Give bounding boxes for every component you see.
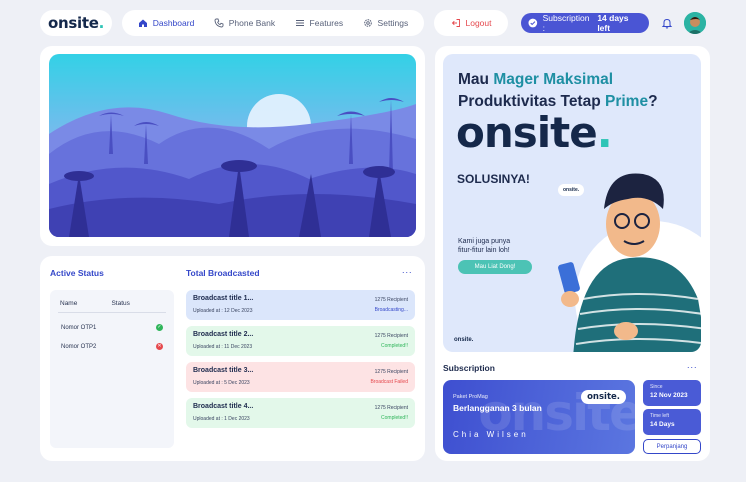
brand-dot: . xyxy=(98,14,105,32)
broadcast-item[interactable]: Broadcast title 3... Uploaded at : 5 Dec… xyxy=(186,362,415,392)
list-icon xyxy=(295,20,304,26)
broadcast-item-recipient: 1275 Recipient xyxy=(374,333,408,339)
promo-brand-name: onsite xyxy=(456,108,598,157)
subscription-badge-label: Subscription : xyxy=(542,13,590,33)
promo-headline: Mau Mager Maksimal Produktivitas Tetap P… xyxy=(458,69,658,113)
subscription-title: Subscription xyxy=(443,363,495,373)
table-row[interactable]: Nomor OTP2 ✕ xyxy=(50,337,174,356)
promo-small-2: fitur-fitur lain loh! xyxy=(458,247,510,254)
promo-speech-bubble: onsite. xyxy=(558,184,585,196)
timeleft-label: Time left xyxy=(650,413,669,419)
subscription-plan: Berlangganan 3 bulan xyxy=(453,403,542,413)
main-nav: Dashboard Phone Bank Features Settings xyxy=(122,10,424,36)
promo-small-text: Kami juga punya fitur-fitur lain loh! xyxy=(458,237,510,255)
promo-small-1: Kami juga punya xyxy=(458,238,511,245)
col-status: Status xyxy=(111,300,130,307)
broadcast-item-recipient: 1275 Recipient xyxy=(374,405,408,411)
promo-brand: onsite. xyxy=(456,108,613,157)
extend-button[interactable]: Perpanjang xyxy=(643,439,701,454)
timeleft-value: 14 Days xyxy=(650,421,675,428)
row-name: Nomor OTP2 xyxy=(61,343,97,350)
logout-label: Logout xyxy=(465,18,492,28)
nav-features-label: Features xyxy=(309,18,344,28)
broadcast-item-status: Broadcast Failed xyxy=(370,379,408,385)
broadcast-item-date: Uploaded at : 1 Dec 2023 xyxy=(193,416,250,422)
col-name: Name xyxy=(60,300,78,307)
broadcast-item[interactable]: Broadcast title 2... Uploaded at : 11 De… xyxy=(186,326,415,356)
avatar[interactable] xyxy=(684,12,706,34)
home-icon xyxy=(138,19,147,27)
bell-icon[interactable] xyxy=(660,16,674,30)
promo-banner: Mau Mager Maksimal Produktivitas Tetap P… xyxy=(443,54,701,352)
subscription-badge[interactable]: Subscription : 14 days left xyxy=(521,13,649,33)
nav-phone-bank[interactable]: Phone Bank xyxy=(214,18,275,28)
broadcast-item-date: Uploaded at : 11 Dec 2023 xyxy=(193,344,253,350)
nav-settings-label: Settings xyxy=(377,18,409,28)
broadcast-item-status: Broadcasting... xyxy=(374,307,408,313)
promo-solusi: SOLUSINYA! xyxy=(457,172,530,186)
promo-line1-b: Mager Maksimal xyxy=(493,71,614,88)
hero-illustration xyxy=(49,54,416,237)
brand-logo[interactable]: onsite. xyxy=(40,10,112,36)
phone-icon xyxy=(214,18,224,28)
promo-line1-a: Mau xyxy=(458,71,494,88)
subscription-badge-value: 14 days left xyxy=(597,13,629,33)
stats-card: Active Status Name Status Nomor OTP1 ✓ N… xyxy=(40,256,425,461)
gear-icon xyxy=(363,19,372,27)
broadcast-item[interactable]: Broadcast title 4... Uploaded at : 1 Dec… xyxy=(186,398,415,428)
subscription-holder: Chia Wilsen xyxy=(453,430,529,439)
broadcast-item-recipient: 1275 Recipient xyxy=(374,369,408,375)
nav-phone-bank-label: Phone Bank xyxy=(228,18,276,28)
nav-dashboard-label: Dashboard xyxy=(152,18,195,28)
check-icon: ✓ xyxy=(156,324,163,331)
promo-illustration xyxy=(558,173,701,352)
table-row[interactable]: Nomor OTP1 ✓ xyxy=(50,318,174,337)
close-icon: ✕ xyxy=(156,343,163,350)
since-box: Since 12 Nov 2023 xyxy=(643,380,701,406)
active-status-header: Name Status xyxy=(50,290,174,307)
active-status-title: Active Status xyxy=(50,268,104,278)
since-label: Since xyxy=(650,384,663,390)
subscription-more-icon[interactable]: ... xyxy=(687,360,698,370)
logout-button[interactable]: Logout xyxy=(434,10,508,36)
hero-card xyxy=(40,46,425,246)
broadcast-more-icon[interactable]: ... xyxy=(402,265,413,275)
promo-footer-brand: onsite. xyxy=(454,337,474,343)
right-panel: Mau Mager Maksimal Produktivitas Tetap P… xyxy=(435,46,710,461)
nav-features[interactable]: Features xyxy=(295,18,344,28)
nav-settings[interactable]: Settings xyxy=(363,18,409,28)
row-name: Nomor OTP1 xyxy=(61,324,97,331)
broadcast-title: Total Broadcasted xyxy=(186,268,260,278)
timeleft-box: Time left 14 Days xyxy=(643,409,701,435)
promo-brand-dot: . xyxy=(596,108,613,157)
subscription-package: Paket ProMag xyxy=(453,394,488,400)
subscription-card[interactable]: onsite Paket ProMag Berlangganan 3 bulan… xyxy=(443,380,635,454)
logout-icon xyxy=(451,19,460,27)
avatar-face-icon xyxy=(684,12,706,34)
brand-name: onsite xyxy=(47,14,99,32)
since-value: 12 Nov 2023 xyxy=(650,392,688,399)
promo-cta-button[interactable]: Mau Liat Dong! xyxy=(458,260,532,274)
nav-dashboard[interactable]: Dashboard xyxy=(138,18,195,28)
promo-line2-c: ? xyxy=(648,93,658,110)
active-status-table: Name Status Nomor OTP1 ✓ Nomor OTP2 ✕ xyxy=(50,290,174,448)
check-circle-icon xyxy=(528,18,538,28)
broadcast-item[interactable]: Broadcast title 1... Uploaded at : 12 De… xyxy=(186,290,415,320)
broadcast-item-status: Completed!! xyxy=(381,415,408,421)
subscription-logo: onsite. xyxy=(581,390,626,404)
broadcast-item-recipient: 1275 Recipient xyxy=(374,297,408,303)
broadcast-item-status: Completed!! xyxy=(381,343,408,349)
